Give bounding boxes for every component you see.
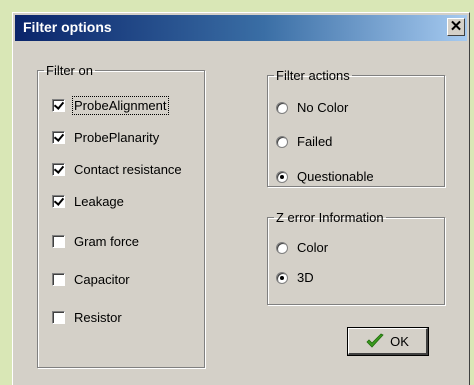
close-button[interactable]: ✕	[447, 18, 465, 36]
z-error-group: Z error Information Color 3D	[267, 210, 445, 305]
checkbox-label: Contact resistance	[74, 162, 182, 177]
checkbox-box[interactable]	[52, 195, 65, 208]
checkbox-label: ProbePlanarity	[74, 130, 160, 145]
radio-label: No Color	[297, 100, 349, 115]
radio-3d[interactable]: 3D	[276, 270, 314, 285]
checkbox-label: Gram force	[74, 234, 140, 249]
radio-no-color[interactable]: No Color	[276, 100, 348, 115]
radio-label: Color	[297, 240, 329, 255]
filter-options-dialog: Filter options ✕ Filter on ProbeAlignmen…	[12, 12, 470, 385]
checkbox-box[interactable]	[52, 99, 65, 112]
radio-label: Failed	[297, 134, 333, 149]
radio-questionable[interactable]: Questionable	[276, 169, 374, 184]
radio-circle[interactable]	[276, 101, 288, 114]
filter-on-group: Filter on ProbeAlignment ProbePlanarity …	[37, 63, 205, 368]
checkbox-box[interactable]	[52, 273, 65, 286]
radio-color[interactable]: Color	[276, 240, 328, 255]
radio-circle[interactable]	[276, 241, 288, 254]
checkbox-box[interactable]	[52, 235, 65, 248]
ok-button-label: OK	[390, 333, 409, 349]
checkbox-box[interactable]	[52, 131, 65, 144]
radio-label: 3D	[297, 270, 314, 285]
title-bar[interactable]: Filter options ✕	[15, 15, 467, 41]
radio-failed[interactable]: Failed	[276, 134, 332, 149]
filter-actions-group: Filter actions No Color Failed Questiona…	[267, 68, 445, 187]
checkbox-box[interactable]	[52, 163, 65, 176]
checkbox-leakage[interactable]: Leakage	[52, 194, 124, 209]
checkbox-box[interactable]	[52, 311, 65, 324]
green-checkmark-icon	[366, 333, 384, 348]
dialog-title: Filter options	[23, 19, 112, 35]
z-error-legend: Z error Information	[276, 210, 384, 225]
checkbox-label: ProbeAlignment	[72, 96, 169, 115]
checkbox-gram-force[interactable]: Gram force	[52, 234, 139, 249]
radio-label: Questionable	[297, 169, 374, 184]
filter-on-legend: Filter on	[46, 63, 93, 78]
checkbox-contact-resistance[interactable]: Contact resistance	[52, 162, 182, 177]
radio-circle[interactable]	[276, 271, 288, 284]
radio-circle[interactable]	[276, 170, 288, 183]
filter-actions-legend: Filter actions	[276, 68, 350, 83]
checkbox-label: Capacitor	[74, 272, 130, 287]
radio-circle[interactable]	[276, 135, 288, 148]
checkbox-probe-alignment[interactable]: ProbeAlignment	[52, 96, 169, 115]
checkbox-capacitor[interactable]: Capacitor	[52, 272, 130, 287]
checkbox-label: Leakage	[74, 194, 124, 209]
checkbox-probe-planarity[interactable]: ProbePlanarity	[52, 130, 159, 145]
checkbox-resistor[interactable]: Resistor	[52, 310, 122, 325]
close-icon: ✕	[449, 18, 463, 35]
ok-button[interactable]: OK	[347, 327, 429, 356]
checkbox-label: Resistor	[74, 310, 122, 325]
